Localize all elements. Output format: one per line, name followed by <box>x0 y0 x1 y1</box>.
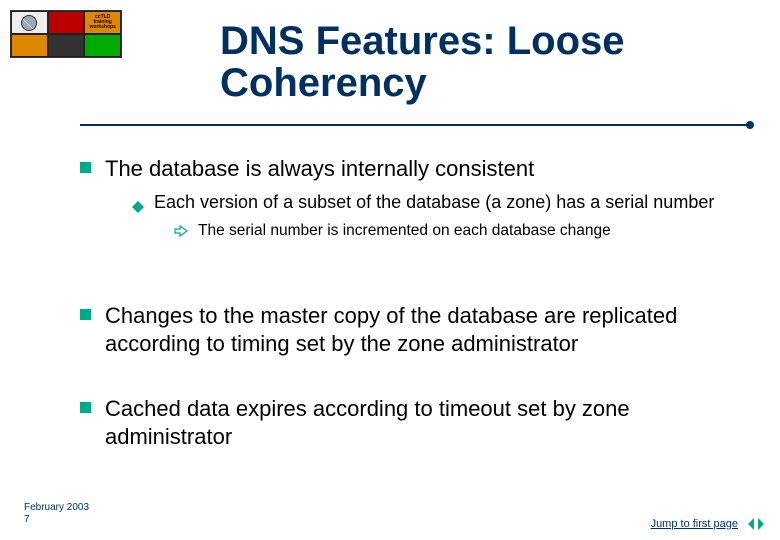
bullet-level2: Each version of a subset of the database… <box>132 191 740 214</box>
slide-title: DNS Features: Loose Coherency <box>220 20 740 104</box>
bullet-hand-icon <box>174 225 188 240</box>
bullet-text: Cached data expires according to timeout… <box>105 395 740 450</box>
slide: ccTLD training workshops DNS Features: L… <box>0 0 780 540</box>
title-wrap: DNS Features: Loose Coherency <box>220 20 740 104</box>
footer-date-text: February 2003 <box>24 502 89 513</box>
prev-slide-icon[interactable] <box>742 518 754 530</box>
footer-page-number: 7 <box>24 514 30 525</box>
logo-cell-label: ccTLD training workshops <box>84 11 121 34</box>
bullet-square-icon <box>80 162 91 173</box>
bullet-text: The database is always internally consis… <box>105 155 534 183</box>
jump-to-first-link[interactable]: Jump to first page <box>651 518 738 530</box>
globe-icon <box>21 15 37 31</box>
logo-cell <box>48 11 85 34</box>
logo-cell <box>11 34 48 57</box>
bullet-text: Each version of a subset of the database… <box>154 191 714 214</box>
bullet-square-icon <box>80 402 91 413</box>
bullet-text: The serial number is incremented on each… <box>198 221 611 240</box>
bullet-level3: The serial number is incremented on each… <box>174 221 740 240</box>
next-slide-icon[interactable] <box>758 518 770 530</box>
footer-nav: Jump to first page <box>651 518 770 530</box>
slide-body: The database is always internally consis… <box>80 155 740 458</box>
bullet-level1: The database is always internally consis… <box>80 155 740 183</box>
bullet-level1: Cached data expires according to timeout… <box>80 395 740 450</box>
title-underline <box>80 124 752 126</box>
logo: ccTLD training workshops <box>10 10 122 58</box>
bullet-level1: Changes to the master copy of the databa… <box>80 302 740 357</box>
bullet-diamond-icon <box>132 195 144 207</box>
footer-date: February 2003 7 <box>24 502 89 526</box>
logo-cell <box>84 34 121 57</box>
logo-cell-globe <box>11 11 48 34</box>
bullet-text: Changes to the master copy of the databa… <box>105 302 740 357</box>
bullet-square-icon <box>80 309 91 320</box>
logo-cell <box>48 34 85 57</box>
